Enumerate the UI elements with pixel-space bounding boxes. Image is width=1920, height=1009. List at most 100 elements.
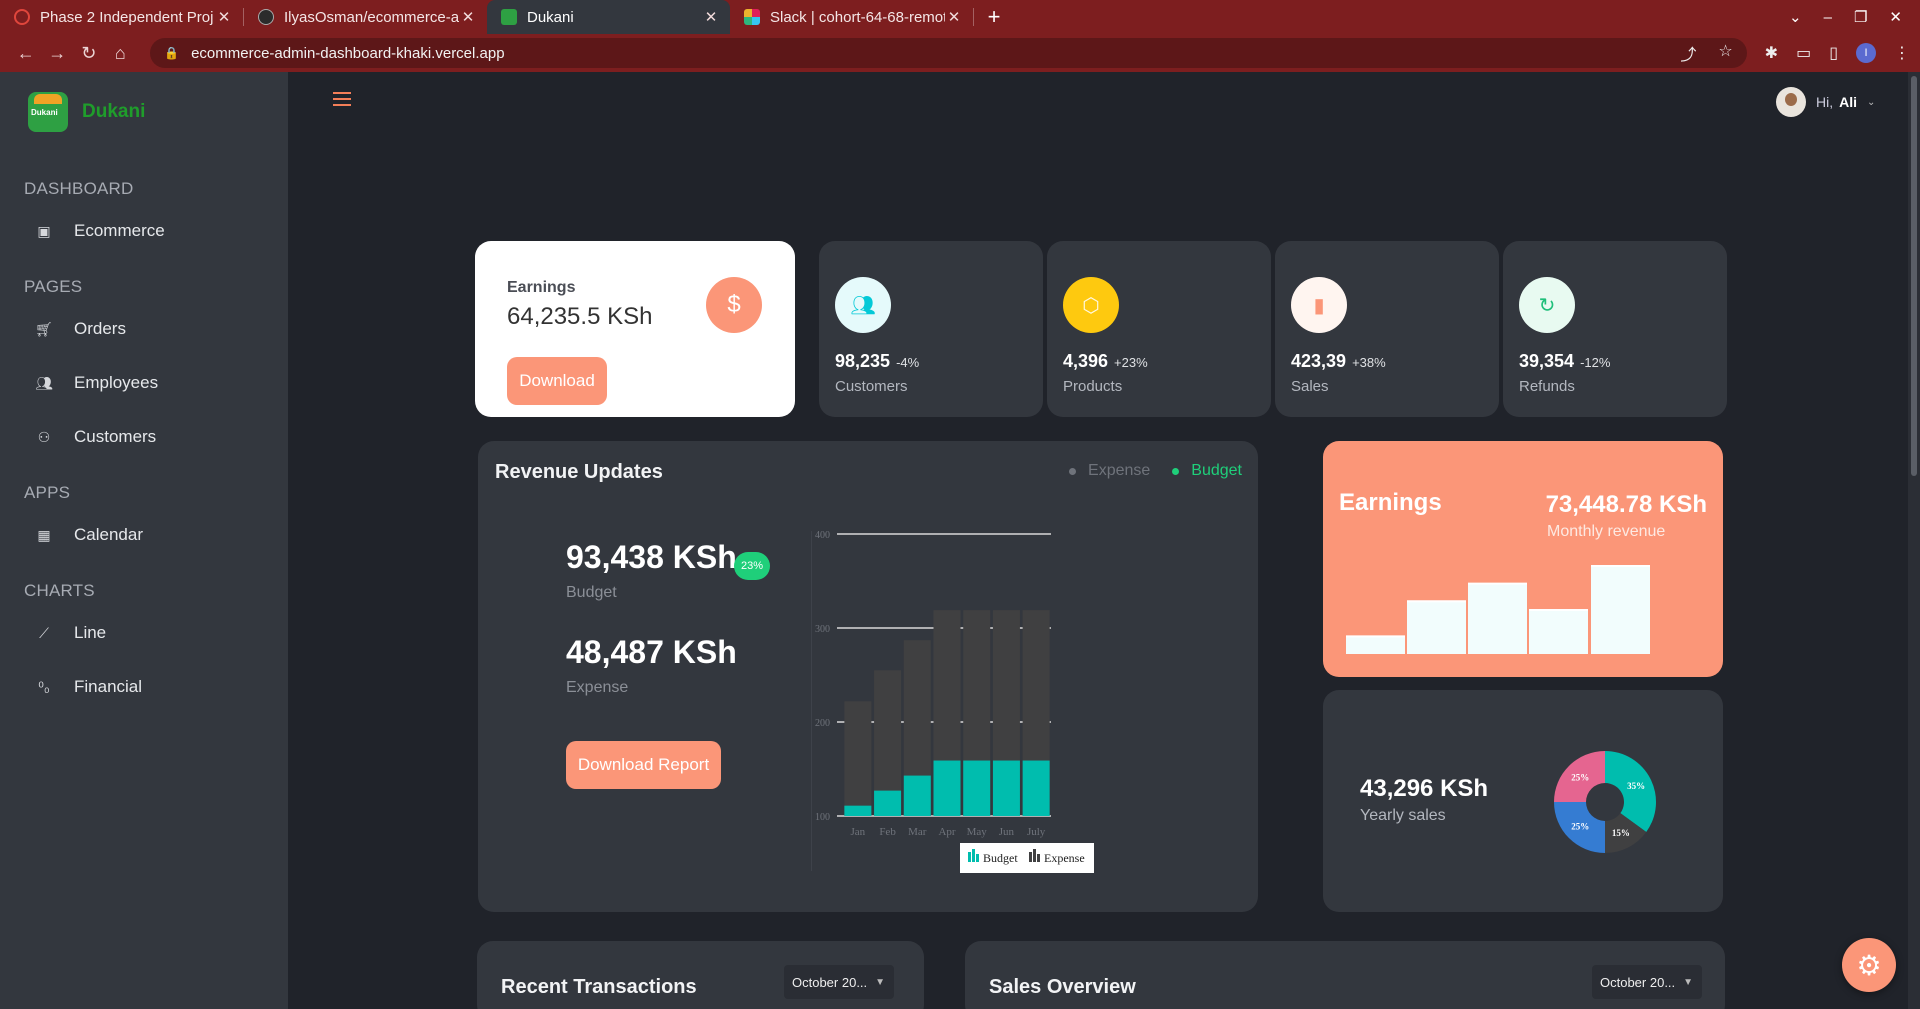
minimize-icon[interactable]: – [1824, 9, 1832, 26]
dukani-favicon-icon [501, 9, 517, 25]
tab-close-icon[interactable]: ✕ [215, 8, 233, 26]
month-select[interactable]: October 20... ▼ [784, 965, 894, 999]
customer-icon: ⚇ [37, 428, 51, 445]
sidebar-item-label: Ecommerce [74, 221, 165, 240]
sidebar-item-label: Orders [74, 319, 126, 338]
section-dashboard: DASHBOARD [24, 179, 134, 198]
users-icon: 👥︎ [35, 374, 53, 391]
customers-icon[interactable]: 👥︎ [835, 277, 891, 333]
stat-card-customers: 👥︎ 98,235 -4% Customers [819, 241, 1043, 417]
dollar-icon[interactable]: $ [706, 277, 762, 333]
lock-icon[interactable]: 🔒 [164, 46, 179, 60]
recent-transactions-title: Recent Transactions [501, 976, 697, 998]
stat-percentage: -4% [896, 355, 920, 370]
menu-kebab-icon[interactable]: ⋮ [1894, 43, 1910, 63]
stat-label: Products [1063, 378, 1123, 395]
bookmark-star-icon[interactable]: ☆ [1718, 41, 1732, 65]
month-select-value: October 20... [1600, 974, 1676, 990]
x-tick-label: Mar [908, 826, 927, 838]
stat-label: Sales [1291, 378, 1329, 395]
financial-icon: ⁰₀ [38, 678, 50, 695]
section-charts: CHARTS [24, 581, 95, 600]
bar-budget [933, 760, 961, 816]
sidebar-item-calendar[interactable]: ▦ Calendar [36, 525, 143, 545]
legend-swatch [968, 852, 971, 862]
shopping-bag-icon: ▣ [37, 222, 51, 239]
bar-budget [844, 805, 872, 816]
bar-budget [874, 790, 902, 816]
stat-card-products: ⬡ 4,396 +23% Products [1047, 241, 1271, 417]
user-name: Ali [1839, 94, 1858, 110]
browser-tab[interactable]: IlyasOsman/ecommerce-a ✕ [244, 0, 487, 34]
tab-close-icon[interactable]: ✕ [459, 8, 477, 26]
recent-transactions-card: Recent Transactions October 20... ▼ [477, 941, 924, 1009]
legend-swatch [1033, 849, 1036, 862]
url-text: ecommerce-admin-dashboard-khaki.vercel.a… [191, 44, 505, 62]
box-icon[interactable]: ⬡ [1063, 277, 1119, 333]
sidebar-item-financial[interactable]: ⁰₀ Financial [36, 677, 142, 697]
brand[interactable]: Dukani [28, 92, 145, 132]
sidebar-item-ecommerce[interactable]: ▣ Ecommerce [36, 221, 165, 241]
browser-tab-active[interactable]: Dukani ✕ [487, 0, 730, 34]
profile-avatar[interactable]: I [1856, 43, 1877, 63]
monthly-earnings-card: Earnings 73,448.78 KSh Monthly revenue [1323, 441, 1723, 677]
close-window-icon[interactable]: ✕ [1889, 8, 1902, 26]
legend-swatch [976, 854, 979, 862]
extensions-icon[interactable]: ✱ [1765, 43, 1778, 63]
browser-tab[interactable]: Slack | cohort-64-68-remot ✕ [730, 0, 973, 34]
page-scrollbar[interactable] [1908, 72, 1920, 1009]
tab-favicon-icon [14, 9, 30, 25]
address-bar[interactable]: 🔒 ecommerce-admin-dashboard-khaki.vercel… [150, 38, 1747, 68]
revenue-stacked-bar-chart: 100 200 300 400 Jan Feb Mar Apr May Jun July Budget… [815, 530, 1094, 873]
settings-gear-icon[interactable]: ⚙ [1842, 938, 1896, 992]
dukani-logo [28, 92, 68, 132]
sidebar-item-orders[interactable]: 🛒︎ Orders [35, 319, 126, 339]
maximize-icon[interactable]: ❐ [1854, 8, 1867, 26]
cast-icon[interactable]: ▭ [1796, 43, 1811, 63]
stat-value: 423,39 +38% [1291, 351, 1386, 371]
legend-swatch [1029, 852, 1032, 862]
tab-close-icon[interactable]: ✕ [945, 8, 963, 26]
browser-tab[interactable]: Phase 2 Independent Proj ✕ [0, 0, 243, 34]
new-tab-button[interactable]: + [974, 0, 1014, 34]
refresh-icon[interactable]: ↻ [1519, 277, 1575, 333]
sidebar-item-line[interactable]: ⟋ Line [36, 623, 106, 643]
slack-icon [744, 9, 760, 25]
bar-budget [963, 760, 991, 816]
x-tick-label: Apr [938, 826, 955, 838]
month-select[interactable]: October 20... ▼ [1592, 965, 1702, 999]
x-tick-label: Feb [879, 826, 896, 838]
y-tick-label: 300 [815, 624, 830, 635]
dropdown-arrow-icon: ▼ [875, 976, 886, 988]
revenue-updates-card: Revenue Updates Expense Budget 93,438 KS… [478, 441, 1258, 912]
sidebar-item-customers[interactable]: ⚇ Customers [36, 427, 156, 447]
x-tick-label: Jan [851, 826, 866, 838]
donut-label: 25% [1571, 822, 1589, 832]
legend-swatch [1037, 854, 1040, 862]
legend-label: Budget [983, 851, 1018, 865]
y-tick-label: 100 [815, 812, 830, 823]
home-icon[interactable]: ⌂ [105, 43, 137, 64]
x-tick-label: May [967, 826, 988, 838]
scrollbar-thumb[interactable] [1911, 76, 1917, 476]
sidebar: Dukani DASHBOARD ▣ Ecommerce PAGES 🛒︎ Or… [0, 72, 288, 1009]
download-button[interactable]: Download [507, 357, 607, 405]
back-icon[interactable]: ← [10, 43, 42, 64]
menu-toggle-icon[interactable] [333, 92, 351, 106]
legend-swatch [972, 849, 975, 862]
sidebar-item-employees[interactable]: 👥︎ Employees [35, 373, 158, 393]
section-pages: PAGES [24, 277, 83, 296]
tab-search-icon[interactable]: ⌄ [1789, 8, 1802, 26]
donut-label: 35% [1627, 781, 1645, 791]
reload-icon[interactable]: ↻ [73, 43, 105, 64]
forward-icon[interactable]: → [42, 43, 74, 64]
share-icon[interactable]: ⤴ [1680, 41, 1696, 65]
tab-title: IlyasOsman/ecommerce-a [284, 8, 459, 26]
chevron-down-icon: ⌄ [1867, 96, 1876, 108]
x-tick-label: July [1027, 826, 1046, 838]
bar-chart-icon[interactable]: ▮ [1291, 277, 1347, 333]
user-menu[interactable]: Hi, Ali ⌄ [1776, 87, 1875, 117]
side-panel-icon[interactable]: ▯ [1829, 43, 1838, 63]
tab-close-icon[interactable]: ✕ [702, 8, 720, 26]
sales-overview-title: Sales Overview [989, 976, 1136, 998]
